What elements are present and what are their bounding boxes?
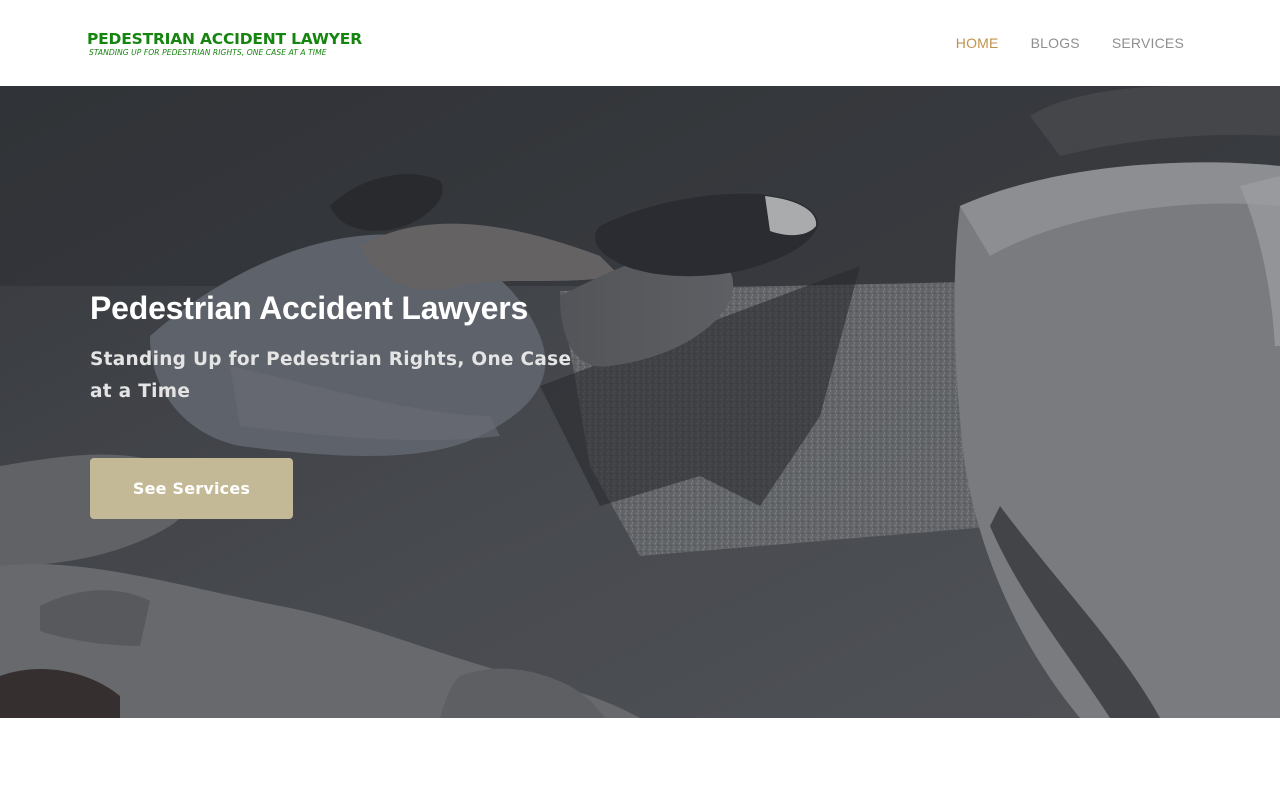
hero-title: Pedestrian Accident Lawyers (90, 290, 529, 326)
nav-services-link[interactable]: SERVICES (1096, 33, 1184, 53)
see-services-button[interactable]: See Services (90, 458, 293, 519)
site-header: PEDESTRIAN ACCIDENT LAWYER STANDING UP F… (0, 0, 1280, 86)
site-logo[interactable]: PEDESTRIAN ACCIDENT LAWYER STANDING UP F… (87, 30, 371, 60)
nav-blogs-link[interactable]: BLOGS (1015, 33, 1096, 53)
hero-subtitle: Standing Up for Pedestrian Rights, One C… (90, 349, 572, 402)
main-nav: HOME BLOGS SERVICES (940, 33, 1184, 53)
logo-title: PEDESTRIAN ACCIDENT LAWYER (87, 30, 362, 48)
nav-home-link[interactable]: HOME (940, 33, 1015, 53)
hero-section: Pedestrian Accident Lawyers Standing Up … (0, 86, 1280, 718)
logo-tagline: STANDING UP FOR PEDESTRIAN RIGHTS, ONE C… (89, 48, 327, 57)
